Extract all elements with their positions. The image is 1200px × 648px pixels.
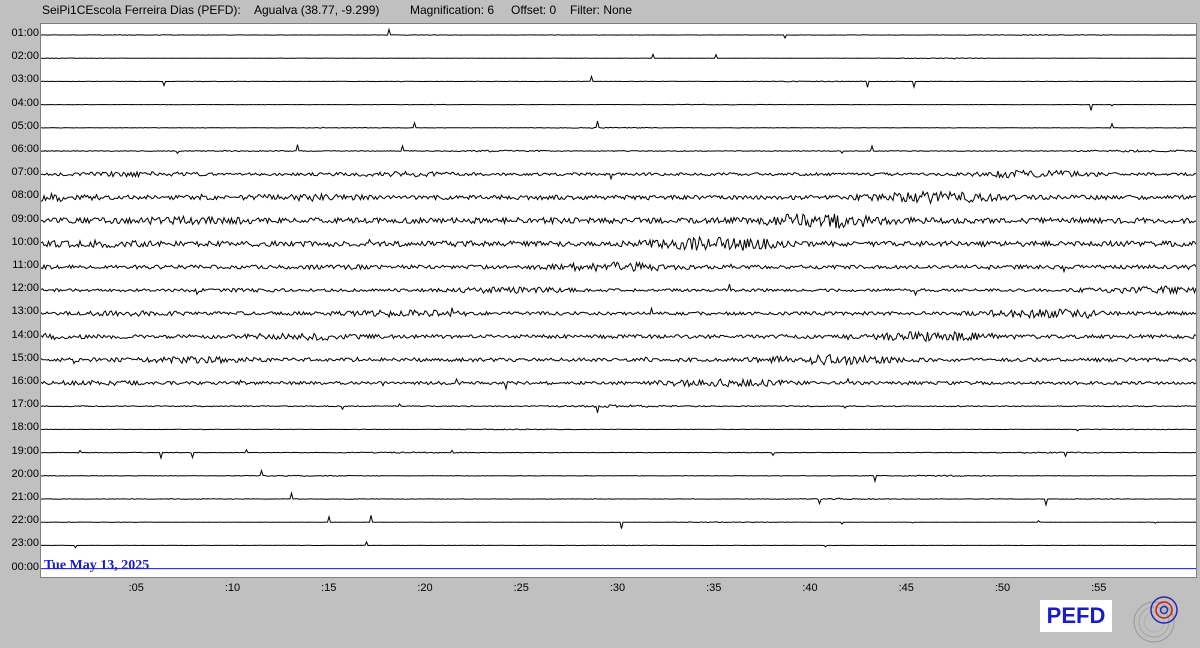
hour-label: 03:00 bbox=[11, 73, 39, 86]
hour-label: 23:00 bbox=[11, 537, 39, 550]
hour-label: 07:00 bbox=[11, 166, 39, 179]
hour-label: 21:00 bbox=[11, 491, 39, 503]
seismogram-trace bbox=[41, 491, 1196, 507]
hour-label: 02:00 bbox=[11, 50, 39, 63]
hour-label: 05:00 bbox=[11, 119, 39, 132]
seismogram-trace bbox=[41, 213, 1196, 229]
minute-tick-label: :10 bbox=[224, 582, 241, 594]
seismogram-trace bbox=[41, 120, 1196, 129]
hour-label: 04:00 bbox=[11, 96, 39, 109]
seismogram-trace bbox=[41, 377, 1196, 391]
hour-label: 22:00 bbox=[11, 514, 39, 527]
seismogram-trace bbox=[41, 306, 1196, 320]
filter-readout: Filter: None bbox=[570, 3, 633, 17]
minute-tick-label: :30 bbox=[609, 582, 626, 594]
seismogram-trace bbox=[41, 428, 1196, 432]
hour-label: 10:00 bbox=[11, 235, 39, 248]
hour-label: 18:00 bbox=[11, 421, 39, 434]
seismogram-trace bbox=[41, 540, 1196, 549]
seismogram-trace bbox=[41, 169, 1196, 181]
hour-label: 00:00 bbox=[11, 560, 39, 573]
seismogram-trace bbox=[41, 103, 1196, 111]
hour-label: 06:00 bbox=[11, 143, 39, 155]
helicorder-plot bbox=[40, 23, 1197, 578]
hour-label: 20:00 bbox=[11, 467, 39, 480]
station-name: SeiPi1CEscola Ferreira Dias (PEFD): bbox=[42, 3, 241, 17]
minute-tick-label: :35 bbox=[706, 582, 722, 594]
seismogram-trace bbox=[41, 448, 1196, 461]
seismogram-trace bbox=[41, 260, 1196, 274]
offset-readout: Offset: 0 bbox=[511, 3, 557, 17]
seismogram-trace bbox=[41, 144, 1196, 155]
seismogram-trace bbox=[41, 353, 1196, 367]
seismogram-trace bbox=[41, 189, 1196, 206]
seismogram-trace bbox=[41, 27, 1196, 40]
seismogram-trace bbox=[41, 468, 1196, 484]
hour-label: 16:00 bbox=[11, 375, 39, 387]
seismogram-trace bbox=[41, 74, 1196, 90]
station-seal-logo bbox=[1133, 596, 1178, 643]
seismogram-trace bbox=[41, 514, 1196, 529]
minute-tick-label: :50 bbox=[994, 582, 1011, 594]
hour-label: 09:00 bbox=[11, 212, 39, 225]
hour-label: 11:00 bbox=[12, 259, 39, 271]
header-bar: SeiPi1CEscola Ferreira Dias (PEFD): Agua… bbox=[0, 0, 1200, 20]
seismogram-traces bbox=[41, 27, 1196, 570]
hour-label: 17:00 bbox=[11, 398, 39, 411]
seismogram-trace bbox=[41, 235, 1196, 251]
minute-tick-label: :15 bbox=[321, 582, 337, 594]
station-location: Agualva (38.77, -9.299) bbox=[254, 3, 380, 17]
minute-tick-label: :25 bbox=[513, 582, 529, 594]
hour-label: 08:00 bbox=[11, 189, 39, 202]
date-label: Tue May 13, 2025 bbox=[44, 558, 150, 573]
minute-tick-label: :20 bbox=[417, 582, 433, 594]
hour-label: 13:00 bbox=[11, 305, 39, 318]
pefd-logo: PEFD bbox=[1040, 600, 1112, 632]
hour-label: 19:00 bbox=[11, 444, 39, 457]
seismogram-trace bbox=[41, 283, 1196, 297]
minute-tick-label: :05 bbox=[128, 582, 144, 594]
seismogram-trace bbox=[41, 330, 1196, 343]
hour-label: 14:00 bbox=[11, 328, 39, 341]
minute-tick-label: :45 bbox=[898, 582, 914, 594]
seismogram-trace bbox=[41, 53, 1196, 60]
minute-tick-label: :55 bbox=[1091, 582, 1107, 594]
hour-label: 01:00 bbox=[11, 27, 39, 39]
hour-label: 15:00 bbox=[11, 351, 39, 364]
seismogram-trace bbox=[41, 403, 1196, 414]
hour-label: 12:00 bbox=[11, 282, 39, 295]
magnification-readout: Magnification: 6 bbox=[410, 3, 495, 17]
minute-tick-label: :40 bbox=[802, 582, 818, 594]
